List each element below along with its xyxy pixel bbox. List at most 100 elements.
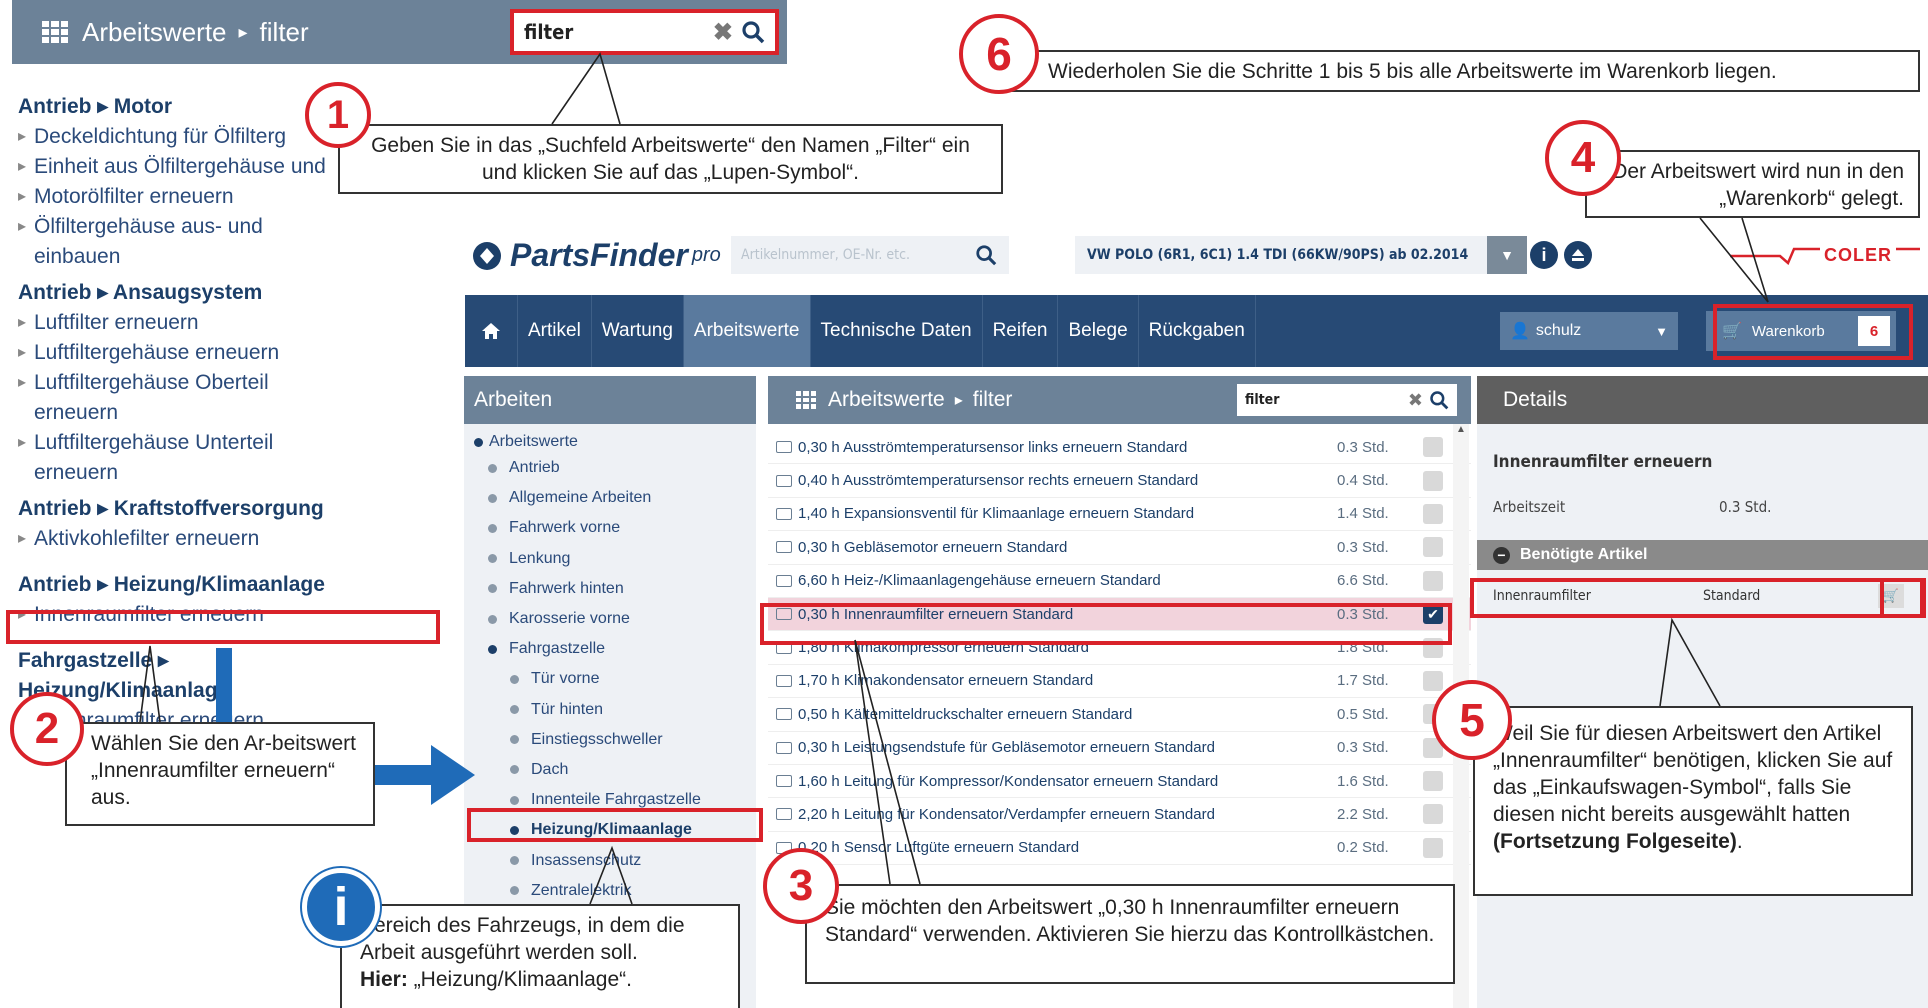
left-list-heading: Fahrgastzelle ▸ Heizung/Klimaanlage xyxy=(18,649,230,702)
bullet-icon xyxy=(510,674,519,684)
row-checkbox[interactable] xyxy=(1423,470,1443,491)
step-badge-3: 3 xyxy=(763,848,839,924)
needed-articles-title: Benötigte Artikel xyxy=(1520,546,1648,563)
left-list-item[interactable]: Luftfilter erneuern xyxy=(18,308,348,338)
left-list-item[interactable]: Aktivkohlefilter erneuern xyxy=(18,524,348,554)
tree-item[interactable]: Fahrwerk vorne xyxy=(464,513,756,543)
row-checkbox[interactable] xyxy=(1423,503,1443,524)
info-badge-icon: i xyxy=(302,868,380,946)
tree-item[interactable]: Lenkung xyxy=(464,544,756,574)
bullet-icon xyxy=(510,886,519,896)
info-icon[interactable]: i xyxy=(1530,241,1558,269)
nav-item-reifen[interactable]: Reifen xyxy=(983,295,1059,367)
tree-item[interactable]: Tür vorne xyxy=(464,664,756,694)
row-checkbox[interactable] xyxy=(1423,670,1443,691)
user-menu[interactable]: 👤 schulz ▼ xyxy=(1500,312,1678,350)
left-list-item[interactable]: Deckeldichtung für Ölfilterg xyxy=(18,122,348,152)
bullet-icon xyxy=(488,584,497,594)
row-checkbox[interactable] xyxy=(1423,437,1443,458)
tree-item-label: Karosserie vorne xyxy=(509,610,630,628)
callout-step5: Weil Sie für diesen Arbeitswert den Arti… xyxy=(1473,706,1913,896)
tree-item-label: Fahrgastzelle xyxy=(509,640,606,658)
arbeitswert-row[interactable]: 0,30 h Leistungsendstufe für Gebläsemoto… xyxy=(768,732,1471,765)
arbeitswert-row[interactable]: 0,30 h Ausströmtemperatursensor links er… xyxy=(768,431,1471,465)
bullet-icon xyxy=(510,795,519,805)
snippet-search-value: filter xyxy=(524,20,574,44)
tree-item[interactable]: Dach xyxy=(464,755,756,785)
row-checkbox[interactable] xyxy=(1423,570,1443,591)
nav-item-arbeitswerte[interactable]: Arbeitswerte xyxy=(683,295,811,367)
app-logo[interactable]: PartsFinder pro xyxy=(470,237,721,274)
clear-icon[interactable]: ✖ xyxy=(713,18,733,47)
left-list-item[interactable]: Luftfiltergehäuse erneuern xyxy=(18,338,348,368)
nav-item-rückgaben[interactable]: Rückgaben xyxy=(1139,295,1256,367)
folder-icon xyxy=(776,674,792,687)
tree-item[interactable]: Tür hinten xyxy=(464,695,756,725)
tree-item[interactable]: Insassenschutz xyxy=(464,845,756,875)
tree-item[interactable]: Fahrwerk hinten xyxy=(464,574,756,604)
arbeitswert-row[interactable]: 1,60 h Leitung für Kompressor/Kondensato… xyxy=(768,765,1471,799)
arbeitszeit-label: Arbeitszeit xyxy=(1493,498,1566,516)
arbeitswert-hours: 2.2 Std. xyxy=(1337,805,1389,823)
tree-item[interactable]: Allgemeine Arbeiten xyxy=(464,483,756,513)
arbeitswert-label: 6,60 h Heiz-/Klimaanlagengehäuse erneuer… xyxy=(798,572,1161,590)
left-list-heading: Antrieb ▸ Motor xyxy=(18,95,173,118)
clear-icon[interactable]: ✖ xyxy=(1408,390,1423,411)
left-list-section: Antrieb ▸ Kraftstoffversorgung Aktivkohle… xyxy=(18,494,348,554)
left-list-item[interactable]: Motorölfilter erneuern xyxy=(18,182,348,212)
collapse-icon[interactable]: − xyxy=(1493,546,1510,564)
arbeitswert-row[interactable]: 2,20 h Leitung für Kondensator/Verdampfe… xyxy=(768,798,1471,832)
row-checkbox[interactable] xyxy=(1423,837,1443,858)
arbeitswert-label: 0,30 h Ausströmtemperatursensor links er… xyxy=(798,438,1188,456)
folder-icon xyxy=(776,574,792,587)
arbeitswert-label: 0,30 h Gebläsemotor erneuern Standard xyxy=(798,538,1068,556)
tree-item[interactable]: Einstiegsschweller xyxy=(464,725,756,755)
row-checkbox[interactable] xyxy=(1423,771,1443,792)
arbeitswert-row[interactable]: 0,40 h Ausströmtemperatursensor rechts e… xyxy=(768,464,1471,498)
tree-item-label: Lenkung xyxy=(509,549,571,567)
snippet-search-field[interactable]: filter ✖ xyxy=(510,9,779,55)
home-icon[interactable] xyxy=(465,295,518,367)
tree-item[interactable]: Zentralelektrik xyxy=(464,876,756,906)
bullet-icon xyxy=(510,765,519,775)
nav-item-artikel[interactable]: Artikel xyxy=(518,295,592,367)
left-list-item[interactable]: Luftfiltergehäuse Oberteil erneuern xyxy=(18,368,348,428)
arbeitswert-row[interactable]: 0,30 h Gebläsemotor erneuern Standard 0.3… xyxy=(768,531,1471,565)
highlight-step4 xyxy=(1713,304,1913,360)
arbeitswert-row[interactable]: 0,50 h Kältemitteldruckschalter erneuern… xyxy=(768,698,1471,732)
vehicle-select[interactable]: VW POLO (6R1, 6C1) 1.4 TDI (66KW/90PS) a… xyxy=(1075,236,1527,274)
user-icon: 👤 xyxy=(1510,323,1530,340)
tree-item[interactable]: Karosserie vorne xyxy=(464,604,756,634)
scroll-up-icon[interactable]: ▲ xyxy=(1453,424,1469,435)
left-list-item[interactable]: Luftfiltergehäuse Unterteil erneuern xyxy=(18,428,348,488)
row-checkbox[interactable] xyxy=(1423,537,1443,558)
coler-logo: COLER xyxy=(1730,245,1920,266)
tree-item[interactable]: Antrieb xyxy=(464,453,756,483)
arbeitswerte-title: Arbeitswerte xyxy=(828,388,945,411)
tree-item[interactable]: Fahrgastzelle xyxy=(464,634,756,664)
left-list-item[interactable]: Einheit aus Ölfiltergehäuse und xyxy=(18,152,348,182)
search-icon[interactable] xyxy=(741,20,765,44)
nav-item-belege[interactable]: Belege xyxy=(1058,295,1139,367)
snippet-breadcrumb-bar: Arbeitswerte ▸ filter xyxy=(12,0,502,64)
arbeitswert-row[interactable]: 0,20 h Sensor Luftgüte erneuern Standard… xyxy=(768,832,1471,866)
arbeitswert-row[interactable]: 1,40 h Expansionsventil für Klimaanlage … xyxy=(768,498,1471,532)
left-list-item[interactable]: Ölfiltergehäuse aus- und einbauen xyxy=(18,212,348,272)
highlight-step3 xyxy=(760,603,1452,645)
nav-item-wartung[interactable]: Wartung xyxy=(592,295,684,367)
search-icon[interactable] xyxy=(975,244,997,266)
arbeitswert-hours: 0.4 Std. xyxy=(1337,472,1389,490)
arbeitswert-row[interactable]: 6,60 h Heiz-/Klimaanlagengehäuse erneuer… xyxy=(768,565,1471,598)
details-name: Innenraumfilter erneuern xyxy=(1493,452,1713,472)
search-icon[interactable] xyxy=(1429,390,1449,410)
row-checkbox[interactable] xyxy=(1423,804,1443,825)
arbeitswert-row[interactable]: 1,70 h Klimakondensator erneuern Standar… xyxy=(768,665,1471,699)
chevron-down-icon[interactable]: ▼ xyxy=(1487,236,1527,274)
arbeitswerte-search[interactable]: filter ✖ xyxy=(1237,384,1457,416)
nav-item-technische-daten[interactable]: Technische Daten xyxy=(811,295,983,367)
eject-icon[interactable] xyxy=(1564,241,1592,269)
main-nav: Artikel Wartung Arbeitswerte Technische Dat… xyxy=(465,295,1928,367)
coler-text: COLER xyxy=(1820,245,1896,266)
tree-item[interactable]: Arbeitswerte xyxy=(464,431,756,453)
article-search[interactable]: Artikelnummer, OE-Nr. etc. xyxy=(731,236,1009,274)
